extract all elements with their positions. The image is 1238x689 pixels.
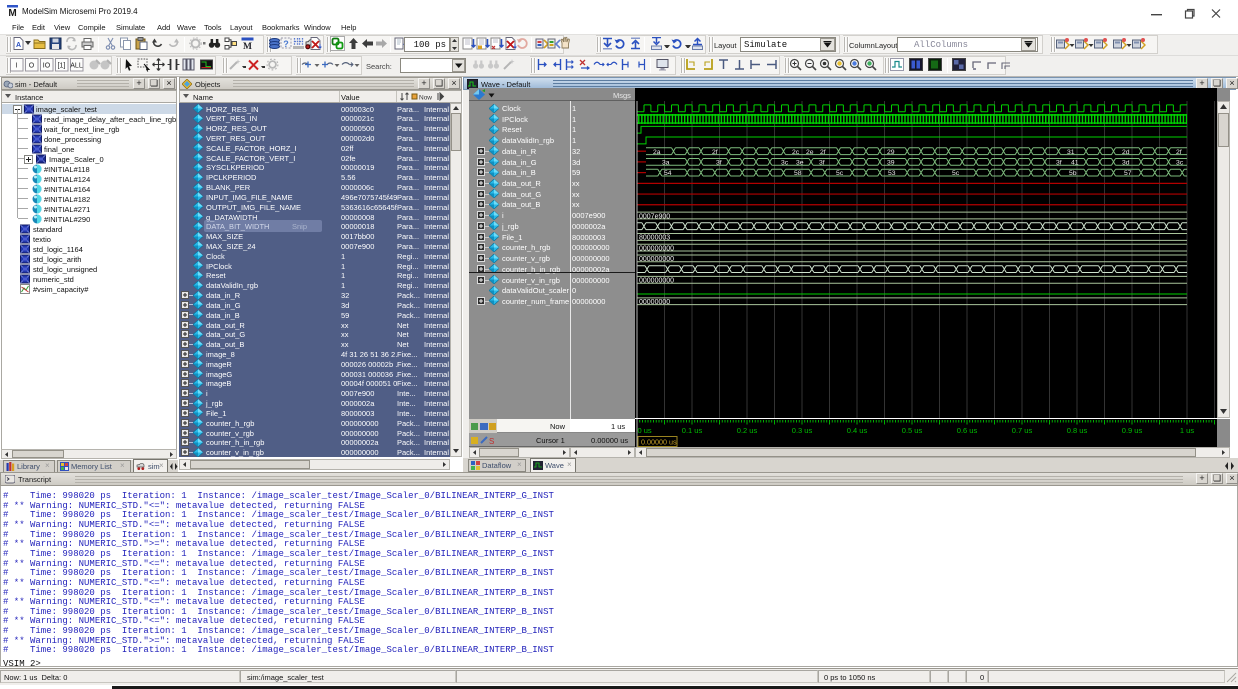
svg-text:000000000: 000000000	[639, 246, 674, 253]
svg-text:2f: 2f	[712, 149, 718, 156]
svg-text:I: I	[16, 63, 18, 70]
svg-text:3f: 3f	[1056, 160, 1062, 167]
svg-text:3c: 3c	[781, 160, 789, 167]
svg-text:3e: 3e	[796, 160, 804, 167]
svg-text:M: M	[8, 8, 16, 17]
svg-text:80000003: 80000003	[639, 235, 670, 242]
svg-text:2d: 2d	[1122, 149, 1130, 156]
svg-text:IO: IO	[43, 63, 51, 70]
svg-text:00000000: 00000000	[639, 299, 670, 306]
svg-text:58: 58	[794, 170, 802, 177]
svg-text:[1]: [1]	[58, 63, 66, 70]
svg-text:Now: Now	[419, 95, 432, 102]
svg-text:0.4 us: 0.4 us	[847, 426, 868, 435]
svg-text:2f: 2f	[1176, 149, 1182, 156]
svg-text:0.9 us: 0.9 us	[1122, 426, 1143, 435]
svg-text:5c: 5c	[836, 170, 844, 177]
svg-text:2e: 2e	[806, 149, 814, 156]
svg-text:0.8 us: 0.8 us	[1067, 426, 1088, 435]
svg-text:5c: 5c	[952, 170, 960, 177]
svg-text:5b: 5b	[1069, 170, 1077, 177]
svg-text:M: M	[243, 42, 252, 51]
svg-text:0007e900: 0007e900	[639, 213, 670, 220]
svg-text:000000000: 000000000	[639, 278, 674, 285]
svg-text:2c: 2c	[792, 149, 800, 156]
svg-text:A: A	[16, 42, 21, 49]
svg-text:0.1 us: 0.1 us	[682, 426, 703, 435]
svg-text:2f: 2f	[820, 149, 826, 156]
svg-text:1 us: 1 us	[1180, 426, 1194, 435]
svg-text:S: S	[489, 437, 494, 445]
svg-text:57: 57	[1124, 170, 1132, 177]
svg-text:31: 31	[1067, 149, 1075, 156]
svg-text:0.5 us: 0.5 us	[902, 426, 923, 435]
svg-text:39: 39	[887, 160, 895, 167]
svg-text:0.3 us: 0.3 us	[792, 426, 813, 435]
svg-text:53: 53	[888, 170, 896, 177]
svg-text:41: 41	[1071, 160, 1079, 167]
svg-text:?: ?	[283, 39, 289, 49]
svg-text:ALL: ALL	[70, 63, 83, 70]
svg-text:0 us: 0 us	[638, 426, 652, 435]
svg-text:0.7 us: 0.7 us	[1012, 426, 1033, 435]
svg-text:3c: 3c	[1176, 160, 1184, 167]
svg-text:000000000: 000000000	[639, 256, 674, 263]
svg-text:0.00000 us: 0.00000 us	[641, 438, 677, 447]
svg-text:3f: 3f	[819, 160, 825, 167]
svg-text:29: 29	[887, 149, 895, 156]
svg-text:3d: 3d	[1122, 160, 1130, 167]
svg-text:3a: 3a	[662, 160, 670, 167]
svg-text:0.2 us: 0.2 us	[737, 426, 758, 435]
svg-text:0.6 us: 0.6 us	[957, 426, 978, 435]
svg-text:3f: 3f	[716, 160, 722, 167]
svg-text:54: 54	[664, 170, 672, 177]
svg-text:O: O	[29, 63, 35, 70]
svg-text:2a: 2a	[653, 149, 661, 156]
